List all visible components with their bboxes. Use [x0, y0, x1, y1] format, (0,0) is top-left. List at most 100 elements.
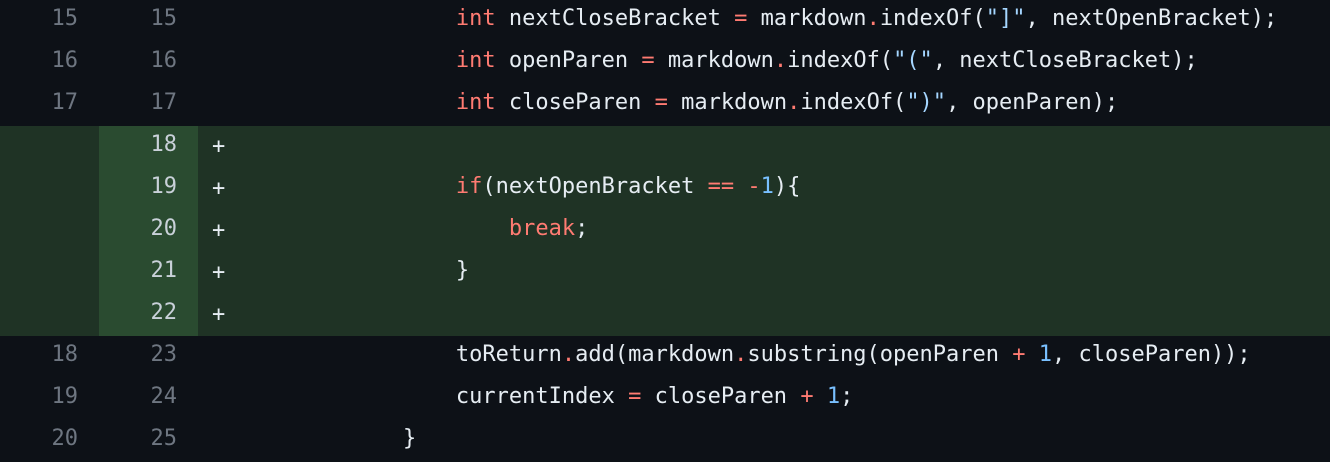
new-line-number[interactable]: 18 — [99, 126, 198, 168]
new-line-number[interactable]: 25 — [99, 420, 198, 462]
code-token: substring(openParen — [747, 342, 1013, 367]
code-token: int — [455, 48, 496, 73]
old-line-number[interactable] — [0, 126, 99, 168]
code-token: ){ — [773, 174, 801, 199]
code-token: if — [455, 174, 483, 199]
new-line-number[interactable]: 20 — [99, 210, 198, 252]
diff-line-added: 19 + if(nextOpenBracket == -1){ — [0, 168, 1330, 210]
diff-line-context: 17 17 int closeParen = markdown.indexOf("… — [0, 84, 1330, 126]
code-line: int closeParen = markdown.indexOf(")", o… — [244, 84, 1118, 126]
old-line-number[interactable]: 15 — [0, 0, 99, 42]
diff-line-context: 19 24 currentIndex = closeParen + 1; — [0, 378, 1330, 420]
diff-line-added: 20 + break; — [0, 210, 1330, 252]
code-token: . — [773, 48, 788, 73]
code-token: closeParen — [495, 90, 655, 115]
code-token: (nextOpenBracket — [482, 174, 708, 199]
diff-line-context: 18 23 toReturn.add(markdown.substring(ope… — [0, 336, 1330, 378]
new-line-number[interactable]: 24 — [99, 378, 198, 420]
old-line-number[interactable]: 18 — [0, 336, 99, 378]
old-line-number[interactable]: 19 — [0, 378, 99, 420]
old-line-number[interactable] — [0, 252, 99, 294]
code-token: , closeParen)); — [1052, 342, 1251, 367]
code-token: openParen — [495, 48, 642, 73]
code-token: add(markdown — [575, 342, 735, 367]
code-token: ")" — [906, 90, 947, 115]
code-token: } — [402, 426, 417, 451]
code-token: ; — [575, 216, 589, 241]
diff-line-added: 18 + — [0, 126, 1330, 168]
code-line: if(nextOpenBracket == -1){ — [244, 168, 800, 210]
code-token: break — [508, 216, 576, 241]
code-token: + — [800, 384, 814, 409]
diff-view: 15 15 int nextCloseBracket = markdown.ind… — [0, 0, 1330, 462]
code-line: } — [244, 252, 469, 294]
code-token: , nextOpenBracket); — [1025, 6, 1278, 31]
code-token: == — [707, 174, 735, 199]
code-token: . — [734, 342, 748, 367]
new-line-number[interactable]: 16 — [99, 42, 198, 84]
addition-marker: + — [212, 176, 226, 201]
code-token: toReturn — [455, 342, 562, 367]
code-line: int openParen = markdown.indexOf("(", ne… — [244, 42, 1198, 84]
code-token: indexOf( — [787, 48, 894, 73]
code-token: 1 — [1038, 342, 1052, 367]
old-line-number[interactable]: 16 — [0, 42, 99, 84]
code-token: markdown — [747, 6, 867, 31]
code-token: } — [455, 258, 470, 283]
code-token: ; — [840, 384, 854, 409]
old-line-number[interactable] — [0, 294, 99, 336]
code-token: = — [641, 48, 655, 73]
code-token: . — [561, 342, 576, 367]
diff-line-context: 15 15 int nextCloseBracket = markdown.ind… — [0, 0, 1330, 42]
code-line: } — [244, 420, 416, 462]
new-line-number[interactable]: 19 — [99, 168, 198, 210]
code-token: "]" — [985, 6, 1026, 31]
code-token: "(" — [893, 48, 933, 73]
code-token: indexOf( — [800, 90, 907, 115]
diff-line-context: 16 16 int openParen = markdown.indexOf("(… — [0, 42, 1330, 84]
new-line-number[interactable]: 22 — [99, 294, 198, 336]
code-token: - — [747, 174, 761, 199]
addition-marker: + — [212, 260, 226, 285]
code-token: = — [628, 384, 642, 409]
old-line-number[interactable]: 20 — [0, 420, 99, 462]
diff-line-added: 22 + — [0, 294, 1330, 336]
new-line-number[interactable]: 17 — [99, 84, 198, 126]
code-token: = — [654, 90, 668, 115]
old-line-number[interactable] — [0, 210, 99, 252]
code-token: currentIndex — [455, 384, 629, 409]
addition-marker: + — [212, 302, 226, 327]
addition-marker: + — [212, 218, 226, 243]
new-line-number[interactable]: 15 — [99, 0, 198, 42]
code-token: indexOf( — [879, 6, 986, 31]
diff-line-context: 20 25 } — [0, 420, 1330, 462]
new-line-number[interactable]: 23 — [99, 336, 198, 378]
code-token: . — [787, 90, 801, 115]
code-token: , nextCloseBracket); — [932, 48, 1198, 73]
code-token: . — [866, 6, 880, 31]
code-token: int — [455, 6, 496, 31]
code-token: nextCloseBracket — [495, 6, 735, 31]
addition-marker: + — [212, 134, 226, 159]
code-token: closeParen — [641, 384, 801, 409]
code-token: + — [1012, 342, 1026, 367]
code-line: int nextCloseBracket = markdown.indexOf(… — [244, 0, 1277, 42]
code-token: , openParen); — [946, 90, 1119, 115]
code-line: currentIndex = closeParen + 1; — [244, 378, 853, 420]
old-line-number[interactable]: 17 — [0, 84, 99, 126]
code-token: markdown — [654, 48, 774, 73]
old-line-number[interactable] — [0, 168, 99, 210]
code-token: int — [455, 90, 496, 115]
new-line-number[interactable]: 21 — [99, 252, 198, 294]
code-line: break; — [244, 210, 588, 252]
